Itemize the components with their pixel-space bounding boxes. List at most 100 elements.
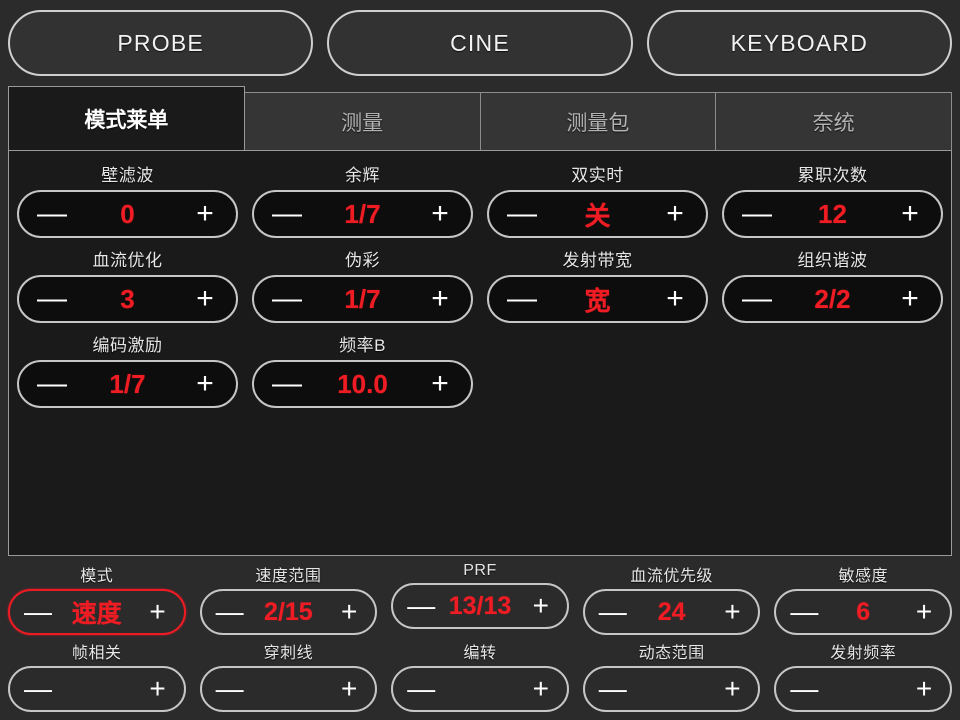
control-label: 编转 (463, 645, 497, 662)
minus-icon[interactable]: — (272, 284, 302, 314)
stepper-编码激励[interactable]: — 1/7 + (17, 360, 238, 408)
stepper-value: 24 (657, 597, 686, 626)
stepper-血流优化[interactable]: — 3 + (17, 275, 238, 323)
stepper-value: 宽 (584, 285, 611, 316)
plus-icon[interactable]: + (720, 675, 744, 703)
minus-icon[interactable]: — (272, 199, 302, 229)
stepper-动态范围[interactable]: — + (582, 666, 761, 712)
top-button-bar: PROBE CINE KEYBOARD (0, 0, 960, 86)
stepper-组织谐波[interactable]: — 2/2 + (722, 275, 943, 323)
minus-icon[interactable]: — (24, 675, 52, 703)
control-频率B: 频率B — 10.0 + (252, 331, 473, 408)
probe-button[interactable]: PROBE (8, 10, 314, 76)
minus-icon[interactable]: — (272, 369, 302, 399)
control-伪彩: 伪彩 — 1/7 + (252, 246, 473, 323)
keyboard-button[interactable]: KEYBOARD (646, 10, 952, 76)
plus-icon[interactable]: + (912, 598, 936, 626)
minus-icon[interactable]: — (599, 598, 627, 626)
control-余辉: 余辉 — 1/7 + (252, 161, 473, 238)
minus-icon[interactable]: — (407, 675, 435, 703)
stepper-value: 12 (818, 198, 847, 229)
tab-模式莱单[interactable]: 模式莱单 (8, 86, 245, 150)
tab-奈统[interactable]: 奈统 (715, 92, 952, 150)
stepper-PRF[interactable]: — 13/13 + (391, 583, 569, 629)
stepper-壁滤波[interactable]: — 0 + (17, 190, 238, 238)
bottom-control-帧相关: 帧相关 — + (8, 639, 186, 712)
stepper-value: 1/7 (109, 368, 146, 399)
stepper-value: 6 (856, 597, 871, 626)
stepper-帧相关[interactable]: — + (8, 666, 186, 712)
plus-icon[interactable]: + (897, 199, 923, 229)
minus-icon[interactable]: — (37, 284, 67, 314)
control-label: 发射频率 (830, 645, 897, 662)
control-label: 血流优化 (92, 251, 163, 270)
minus-icon[interactable]: — (507, 199, 537, 229)
minus-icon[interactable]: — (507, 284, 537, 314)
bottom-control-模式: 模式 — 速度 + (8, 562, 186, 635)
stepper-编转[interactable]: — + (391, 666, 569, 712)
stepper-频率B[interactable]: — 10.0 + (252, 360, 473, 408)
control-label: 模式 (80, 568, 114, 585)
bottom-control-发射频率: 发射频率 — + (774, 639, 952, 712)
control-label: PRF (463, 562, 497, 579)
stepper-敏感度[interactable]: — 6 + (774, 589, 952, 635)
stepper-value: 2/15 (264, 597, 313, 626)
stepper-value: 1/7 (344, 283, 381, 314)
plus-icon[interactable]: + (146, 675, 170, 703)
plus-icon[interactable]: + (912, 675, 936, 703)
stepper-伪彩[interactable]: — 1/7 + (252, 275, 473, 323)
plus-icon[interactable]: + (529, 592, 553, 620)
control-label: 敏感度 (838, 568, 888, 585)
stepper-速度范围[interactable]: — 2/15 + (199, 589, 378, 635)
minus-icon[interactable]: — (742, 199, 772, 229)
control-label: 速度范围 (255, 568, 322, 585)
mode-control-grid: 壁滤波 — 0 + 余辉 — 1/7 + 双实时 — 关 + 累职次数 — 12 + 血流优化 — 3 + 伪彩 — 1/7… (17, 161, 943, 408)
plus-icon[interactable]: + (192, 199, 218, 229)
stepper-血流优先级[interactable]: — 24 + (582, 589, 761, 635)
plus-icon[interactable]: + (897, 284, 923, 314)
control-label: 帧相关 (72, 645, 122, 662)
plus-icon[interactable]: + (146, 598, 170, 626)
stepper-value: 0 (120, 198, 135, 229)
plus-icon[interactable]: + (192, 284, 218, 314)
minus-icon[interactable]: — (216, 675, 244, 703)
minus-icon[interactable]: — (407, 592, 435, 620)
tab-测量[interactable]: 测量 (243, 92, 481, 150)
minus-icon[interactable]: — (742, 284, 772, 314)
stepper-发射频率[interactable]: — + (774, 666, 952, 712)
stepper-余辉[interactable]: — 1/7 + (252, 190, 473, 238)
control-组织谐波: 组织谐波 — 2/2 + (722, 246, 943, 323)
minus-icon[interactable]: — (790, 598, 818, 626)
bottom-control-速度范围: 速度范围 — 2/15 + (199, 562, 378, 635)
plus-icon[interactable]: + (662, 199, 688, 229)
plus-icon[interactable]: + (192, 369, 218, 399)
minus-icon[interactable]: — (599, 675, 627, 703)
plus-icon[interactable]: + (427, 369, 453, 399)
bottom-control-编转: 编转 — + (391, 639, 569, 712)
minus-icon[interactable]: — (24, 598, 52, 626)
minus-icon[interactable]: — (37, 199, 67, 229)
ultrasound-control-panel: PROBE CINE KEYBOARD 模式莱单 测量 测量包 奈统 壁滤波 — 0 + 余辉 — 1… (0, 0, 960, 720)
plus-icon[interactable]: + (662, 284, 688, 314)
plus-icon[interactable]: + (337, 598, 361, 626)
stepper-value: 10.0 (337, 368, 388, 399)
minus-icon[interactable]: — (37, 369, 67, 399)
stepper-value: 速度 (71, 600, 122, 628)
stepper-发射带宽[interactable]: — 宽 + (487, 275, 708, 323)
stepper-value: 2/2 (814, 283, 851, 314)
stepper-穿刺线[interactable]: — + (199, 666, 378, 712)
minus-icon[interactable]: — (790, 675, 818, 703)
plus-icon[interactable]: + (427, 284, 453, 314)
control-label: 动态范围 (638, 645, 705, 662)
plus-icon[interactable]: + (337, 675, 361, 703)
control-双实时: 双实时 — 关 + (487, 161, 708, 238)
plus-icon[interactable]: + (529, 675, 553, 703)
tab-测量包[interactable]: 测量包 (479, 92, 717, 150)
cine-button[interactable]: CINE (327, 10, 633, 76)
plus-icon[interactable]: + (427, 199, 453, 229)
stepper-双实时[interactable]: — 关 + (487, 190, 708, 238)
minus-icon[interactable]: — (216, 598, 244, 626)
stepper-累职次数[interactable]: — 12 + (722, 190, 943, 238)
stepper-模式[interactable]: — 速度 + (8, 589, 186, 635)
plus-icon[interactable]: + (720, 598, 744, 626)
